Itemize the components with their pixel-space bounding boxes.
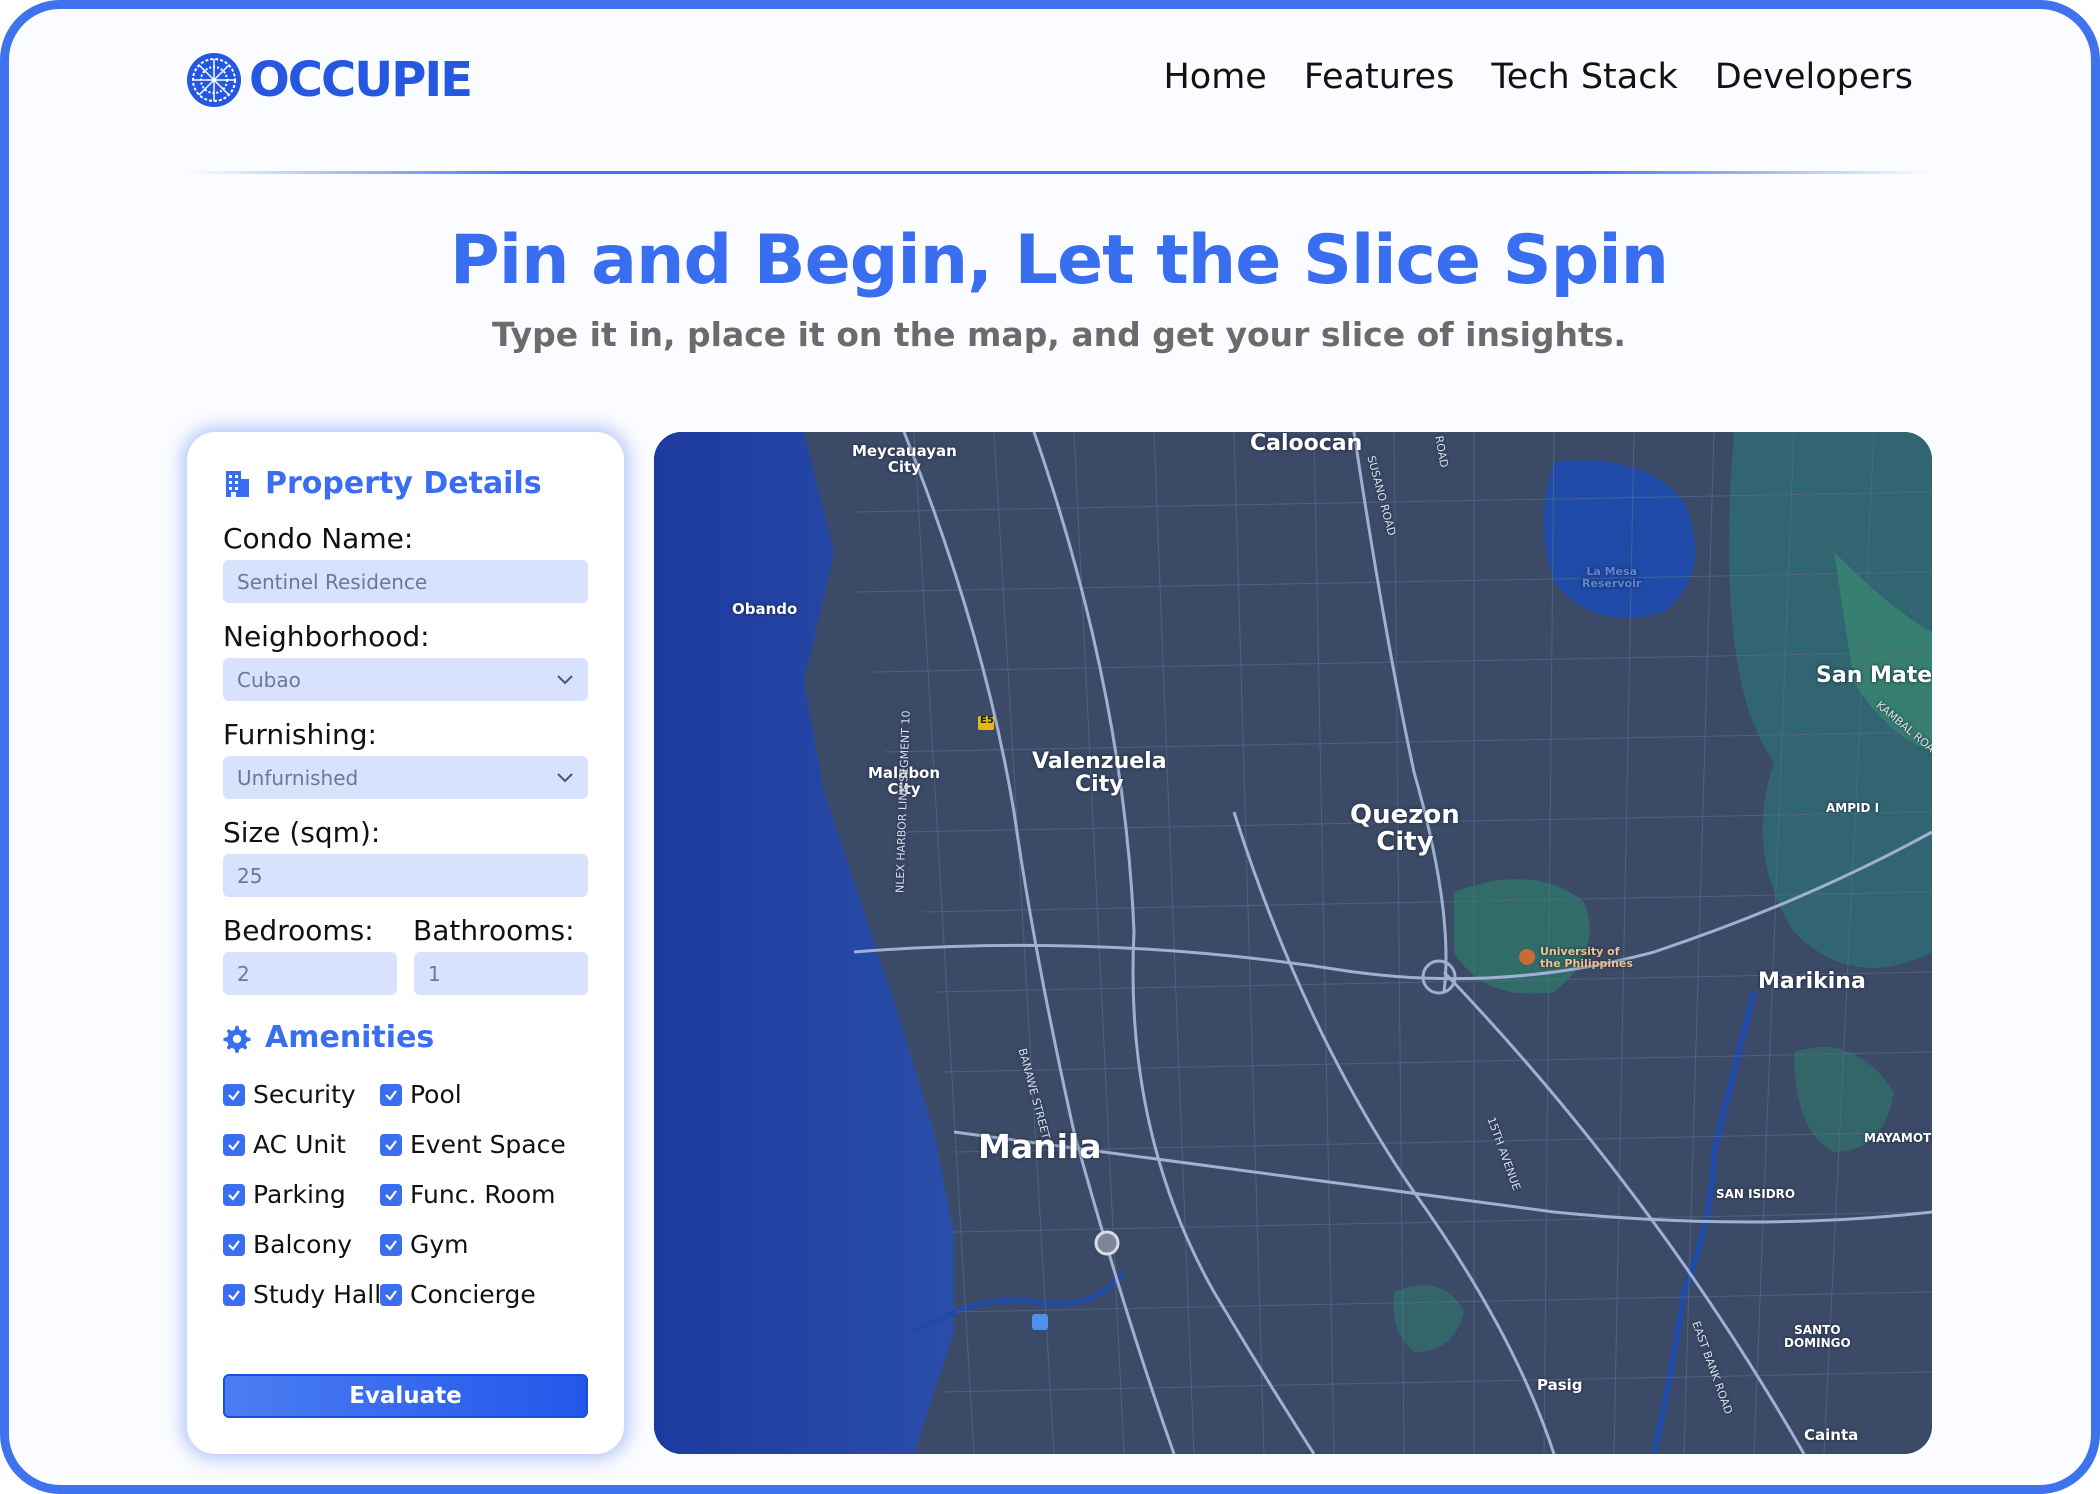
- furnishing-label: Furnishing:: [223, 718, 377, 751]
- amenity-label: Gym: [410, 1230, 469, 1259]
- neighborhood-select[interactable]: Cubao: [223, 658, 588, 701]
- amenities-title: Amenities: [265, 1020, 435, 1055]
- brand-name: OCCUPIE: [249, 52, 473, 108]
- checkbox-checked-icon[interactable]: [380, 1283, 402, 1306]
- amenity-checkbox[interactable]: Func. Room: [380, 1180, 556, 1209]
- map-base: [654, 432, 1932, 1454]
- amenities-heading: Amenities: [223, 1020, 434, 1055]
- map-label-up: University of the Philippines: [1540, 945, 1633, 970]
- condo-name-label: Condo Name:: [223, 522, 414, 555]
- amenity-label: Security: [253, 1080, 356, 1109]
- size-input[interactable]: 25: [223, 854, 588, 897]
- logo-icon: [187, 53, 241, 107]
- header-divider: [185, 171, 1931, 174]
- amenity-label: Pool: [410, 1080, 462, 1109]
- amenity-checkbox[interactable]: AC Unit: [223, 1130, 346, 1159]
- bathrooms-label: Bathrooms:: [413, 914, 575, 947]
- condo-name-input[interactable]: Sentinel Residence: [223, 560, 588, 603]
- property-details-heading: Property Details: [223, 466, 542, 501]
- amenity-label: Balcony: [253, 1230, 353, 1259]
- amenity-checkbox[interactable]: Study Hall: [223, 1280, 381, 1309]
- map-label-san-isidro: SAN ISIDRO: [1716, 1187, 1796, 1201]
- size-label: Size (sqm):: [223, 816, 381, 849]
- checkbox-checked-icon[interactable]: [223, 1183, 245, 1206]
- map-label-quezon: Quezon City: [1350, 800, 1460, 858]
- brand-logo[interactable]: OCCUPIE: [185, 51, 473, 109]
- condo-name-placeholder: Sentinel Residence: [237, 569, 428, 594]
- gear-icon: [223, 1025, 251, 1053]
- checkbox-checked-icon[interactable]: [380, 1083, 402, 1106]
- neighborhood-label: Neighborhood:: [223, 620, 430, 653]
- app-frame: OCCUPIE Home Features Tech Stack Develop…: [0, 0, 2100, 1494]
- checkbox-checked-icon[interactable]: [223, 1133, 245, 1156]
- nav-features[interactable]: Features: [1304, 57, 1455, 97]
- map-view[interactable]: Caloocan Meycauayan City Obando Malabon …: [654, 432, 1932, 1454]
- map-label-valenzuela: Valenzuela City: [1032, 749, 1167, 798]
- checkbox-checked-icon[interactable]: [223, 1083, 245, 1106]
- map-label-cainta: Cainta: [1804, 1426, 1859, 1444]
- property-details-title: Property Details: [265, 466, 542, 501]
- checkbox-checked-icon[interactable]: [380, 1133, 402, 1156]
- amenity-checkbox[interactable]: Balcony: [223, 1230, 352, 1259]
- map-label-santo-domingo: SANTO DOMINGO: [1784, 1323, 1851, 1350]
- bedrooms-value: 2: [237, 961, 250, 986]
- amenity-checkbox[interactable]: Security: [223, 1080, 356, 1109]
- amenity-checkbox[interactable]: Gym: [380, 1230, 469, 1259]
- amenity-label: Event Space: [410, 1130, 566, 1159]
- evaluate-button[interactable]: Evaluate: [223, 1374, 588, 1418]
- neighborhood-value: Cubao: [237, 667, 301, 692]
- amenity-label: Study Hall: [253, 1280, 382, 1309]
- chevron-down-icon: [557, 674, 573, 684]
- expressway-badge-e5: E5: [980, 715, 994, 726]
- furnishing-select[interactable]: Unfurnished: [223, 756, 588, 799]
- amenity-label: Func. Room: [410, 1180, 556, 1209]
- nav-home[interactable]: Home: [1163, 57, 1266, 97]
- amenity-label: Concierge: [410, 1280, 536, 1309]
- nav-tech-stack[interactable]: Tech Stack: [1491, 57, 1677, 97]
- checkbox-checked-icon[interactable]: [223, 1233, 245, 1256]
- hero-title: Pin and Begin, Let the Slice Spin: [449, 221, 1669, 300]
- map-label-caloocan: Caloocan: [1250, 432, 1363, 456]
- amenity-checkbox[interactable]: Concierge: [380, 1280, 536, 1309]
- bedrooms-input[interactable]: 2: [223, 952, 397, 995]
- amenity-label: Parking: [253, 1180, 346, 1209]
- furnishing-value: Unfurnished: [237, 765, 359, 790]
- top-nav: Home Features Tech Stack Developers: [1163, 57, 1913, 97]
- property-details-panel: Property Details Condo Name: Sentinel Re…: [187, 432, 624, 1454]
- nav-developers[interactable]: Developers: [1715, 57, 1913, 97]
- map-label-meycauayan: Meycauayan City: [852, 442, 957, 476]
- map-label-san-mateo: San Mateo: [1816, 663, 1932, 688]
- size-value: 25: [237, 863, 263, 888]
- map-label-mayamot: MAYAMOT: [1864, 1131, 1932, 1145]
- bathrooms-value: 1: [428, 961, 441, 986]
- bedrooms-label: Bedrooms:: [223, 914, 374, 947]
- checkbox-checked-icon[interactable]: [380, 1233, 402, 1256]
- map-label-marikina: Marikina: [1758, 969, 1866, 994]
- amenity-checkbox[interactable]: Pool: [380, 1080, 462, 1109]
- amenity-checkbox[interactable]: Parking: [223, 1180, 346, 1209]
- building-icon: [226, 470, 249, 497]
- bathrooms-input[interactable]: 1: [414, 952, 588, 995]
- chevron-down-icon: [557, 772, 573, 782]
- checkbox-checked-icon[interactable]: [223, 1283, 245, 1306]
- map-label-obando: Obando: [732, 600, 798, 618]
- amenity-checkbox[interactable]: Event Space: [380, 1130, 566, 1159]
- checkbox-checked-icon[interactable]: [380, 1183, 402, 1206]
- map-label-ampid: AMPID I: [1826, 801, 1880, 815]
- map-label-la-mesa: La Mesa Reservoir: [1582, 565, 1642, 590]
- amenity-label: AC Unit: [253, 1130, 346, 1159]
- map-label-pasig: Pasig: [1537, 1376, 1583, 1394]
- hero-subtitle: Type it in, place it on the map, and get…: [492, 315, 1626, 354]
